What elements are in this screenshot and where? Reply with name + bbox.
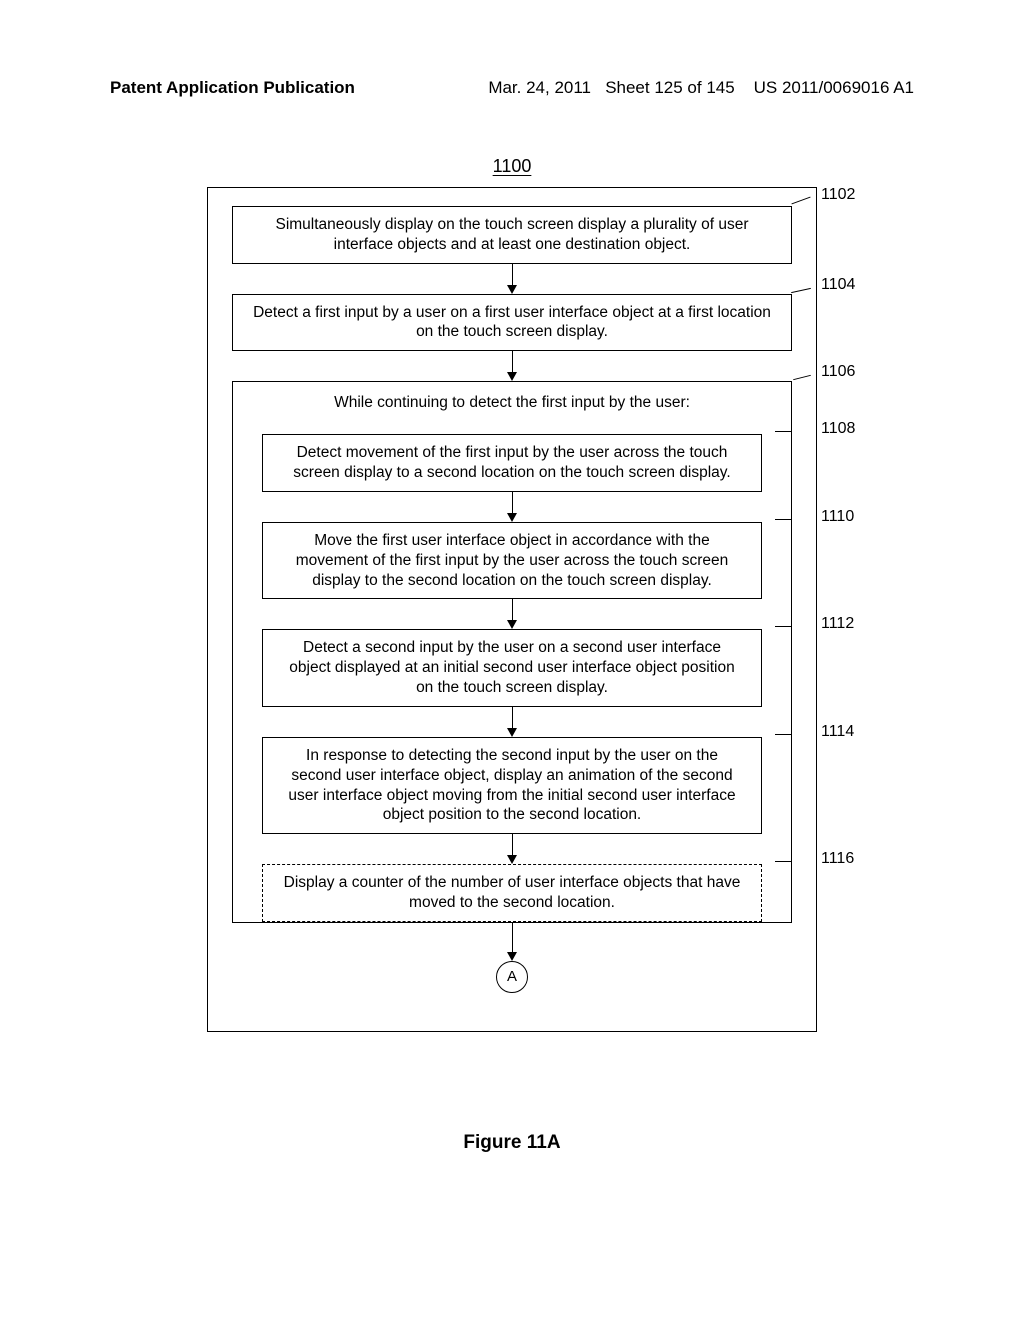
flow-step-1110: Move the first user interface object in … <box>262 522 762 599</box>
ref-label-1108: 1108 <box>821 420 855 438</box>
header-sheet: Sheet 125 of 145 <box>605 78 735 97</box>
ref-label-1106: 1106 <box>821 363 855 381</box>
header-meta: Mar. 24, 2011 Sheet 125 of 145 US 2011/0… <box>488 78 914 98</box>
arrow-down-icon <box>223 264 801 294</box>
ref-label-1114: 1114 <box>821 723 854 741</box>
ref-label-1104: 1104 <box>821 276 855 294</box>
figure-number: 1100 <box>0 156 1024 177</box>
flow-step-1102: Simultaneously display on the touch scre… <box>232 206 792 264</box>
header-pubno: US 2011/0069016 A1 <box>754 78 914 97</box>
header-publication-type: Patent Application Publication <box>110 78 355 98</box>
ref-tick-1108 <box>775 431 791 432</box>
header-date: Mar. 24, 2011 <box>488 78 591 97</box>
flow-step-1108: Detect movement of the first input by th… <box>262 434 762 492</box>
ref-label-1116: 1116 <box>821 850 854 868</box>
figure-caption: Figure 11A <box>0 1132 1024 1154</box>
ref-label-1110: 1110 <box>821 508 854 526</box>
ref-tick-1112 <box>775 626 791 627</box>
ref-label-1112: 1112 <box>821 615 854 633</box>
arrow-down-icon <box>251 599 773 629</box>
flowchart-container: Simultaneously display on the touch scre… <box>207 187 817 1032</box>
arrow-down-icon <box>251 492 773 522</box>
flow-step-1106-group: While continuing to detect the first inp… <box>232 381 792 923</box>
flow-step-1112: Detect a second input by the user on a s… <box>262 629 762 706</box>
ref-tick-1116 <box>775 861 791 862</box>
arrow-down-icon <box>223 351 801 381</box>
arrow-down-icon <box>251 834 773 864</box>
arrow-down-icon <box>251 707 773 737</box>
flow-step-1104: Detect a first input by a user on a firs… <box>232 294 792 352</box>
ref-tick-1110 <box>775 519 791 520</box>
flow-connector-a: A <box>496 961 528 993</box>
patent-page: Patent Application Publication Mar. 24, … <box>0 0 1024 1320</box>
arrow-down-icon <box>223 923 801 961</box>
ref-tick-1114 <box>775 734 791 735</box>
flow-step-1116: Display a counter of the number of user … <box>262 864 762 922</box>
ref-tick-1102 <box>791 197 810 205</box>
flow-step-1106-header: While continuing to detect the first inp… <box>251 390 773 434</box>
flow-step-1114: In response to detecting the second inpu… <box>262 737 762 834</box>
ref-label-1102: 1102 <box>821 186 855 204</box>
page-header: Patent Application Publication Mar. 24, … <box>0 78 1024 98</box>
